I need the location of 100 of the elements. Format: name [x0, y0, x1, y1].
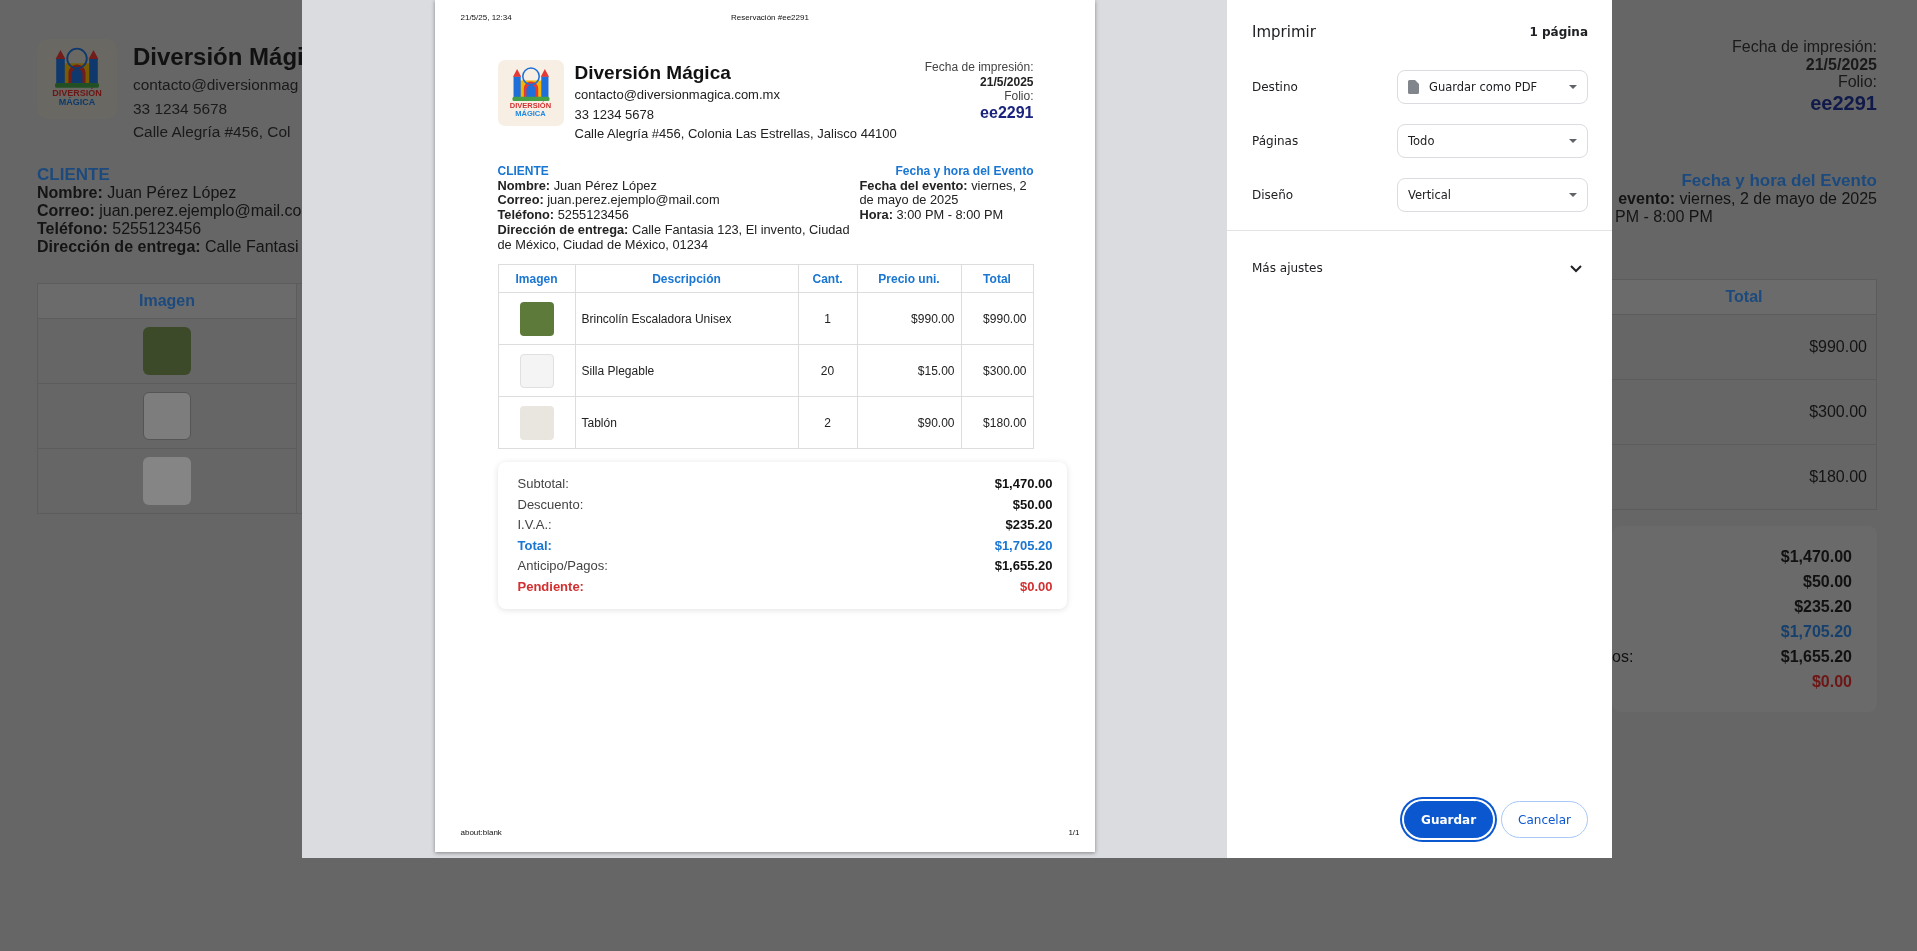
- table-cell: $180.00: [1809, 468, 1867, 487]
- castle-icon: [52, 45, 102, 89]
- chevron-icon: [1570, 263, 1582, 273]
- total-value: $0.00: [1811, 672, 1852, 693]
- folio-label: Folio:: [1003, 89, 1034, 104]
- client-detail: Nombre: Juan Pérez López: [37, 183, 238, 202]
- column-header: Imagen: [498, 265, 575, 293]
- folio-number: ee2291: [979, 103, 1034, 122]
- section-heading: Fecha y hora del Evento: [894, 163, 1034, 179]
- column-header: Cant.: [798, 265, 857, 293]
- table-cell: Tablón: [575, 397, 798, 449]
- table-cell: $990.00: [1809, 338, 1867, 357]
- table-cell: $300.00: [1809, 403, 1867, 422]
- photo-placeholder: [519, 406, 554, 440]
- total-label: Descuento:: [517, 496, 584, 514]
- page-count: 1 página: [1529, 25, 1588, 39]
- dropdown[interactable]: Todo: [1397, 124, 1588, 158]
- client-detail: Teléfono: 5255123456: [37, 220, 203, 239]
- table-cell: 20: [798, 345, 857, 397]
- client-detail: Dirección de entrega: Calle Fantasia 123, El invento, Ciudad de México, Ciudad de México, 01234: [497, 222, 851, 253]
- total-value: $1,655.20: [994, 557, 1053, 576]
- column-header: Precio uni.: [857, 265, 961, 293]
- table-cell: $180.00: [961, 397, 1033, 449]
- contact-line: Calle Alegría #456, Col: [133, 122, 292, 142]
- photo-placeholder: [519, 354, 554, 388]
- total-label: Anticipo/Pagos:: [517, 557, 608, 576]
- table-cell: $990.00: [961, 293, 1033, 345]
- field-label: Diseño: [1252, 188, 1295, 202]
- total-label: Pendiente:: [517, 578, 584, 596]
- table-cell: 2: [798, 397, 857, 449]
- table-cell: $300.00: [961, 345, 1033, 397]
- page-footer-text: about:blank: [460, 828, 503, 838]
- total-value: $1,470.00: [1780, 547, 1852, 568]
- contact-line: Calle Alegría #456, Colonia Las Estrellas, Jalisco 44100: [574, 125, 898, 143]
- print-date-label: Fecha de impresión:: [924, 60, 1034, 75]
- page-footer-text: 1/1: [1067, 828, 1080, 838]
- total-value: $50.00: [1012, 496, 1053, 514]
- section-heading: CLIENTE: [497, 163, 550, 179]
- cancel-button[interactable]: Cancelar: [1501, 801, 1588, 838]
- folio-label: Folio:: [1836, 73, 1877, 91]
- logo-text: DIVERSIÓN: [52, 89, 102, 98]
- caret-icon: [1569, 139, 1577, 143]
- total-value: $50.00: [1803, 572, 1852, 593]
- business-name: Diversión Mágica: [574, 61, 732, 85]
- event-detail: Fecha del evento: viernes, 2 de mayo de 2025: [859, 178, 1028, 209]
- table-cell: Brincolín Escaladora Unisex: [575, 293, 798, 345]
- total-value: $1,655.20: [1780, 647, 1852, 668]
- column-header: Total: [1612, 280, 1876, 316]
- business-name: Diversión Mági: [133, 42, 302, 72]
- total-label: Total:: [517, 537, 552, 555]
- print-date: 21/5/2025: [979, 74, 1034, 89]
- event-detail: PM - 8:00 PM: [1614, 207, 1714, 227]
- file-icon: [1408, 80, 1419, 94]
- client-detail: Correo: juan.perez.ejemplo@mail.com: [497, 193, 721, 209]
- print-date-label: Fecha de impresión:: [1731, 38, 1877, 56]
- more-settings-toggle[interactable]: Más ajustes: [1227, 258, 1612, 278]
- contact-line: 33 1234 5678: [133, 98, 229, 119]
- caret-icon: [1569, 85, 1577, 89]
- dropdown[interactable]: Guardar como PDF: [1397, 70, 1588, 104]
- total-value: $235.20: [1005, 516, 1053, 535]
- column-header: Descripción: [575, 265, 798, 293]
- table-cell: Silla Plegable: [575, 345, 798, 397]
- page-header-text: 21/5/25, 12:34: [460, 13, 513, 23]
- section-heading: CLIENTE: [37, 164, 111, 184]
- dialog-title: Imprimir: [1252, 23, 1316, 41]
- total-value: $235.20: [1794, 597, 1852, 618]
- table-cell: 1: [798, 293, 857, 345]
- total-value: $1,705.20: [994, 537, 1053, 555]
- event-detail: Hora: 3:00 PM - 8:00 PM: [859, 208, 1005, 223]
- total-value: $0.00: [1019, 578, 1053, 596]
- photo-placeholder: [143, 391, 191, 440]
- total-label: os:: [1612, 647, 1634, 668]
- table-cell: $15.00: [857, 345, 961, 397]
- total-value: $1,705.20: [1780, 622, 1852, 643]
- client-detail: Dirección de entrega: Calle Fantasi: [37, 238, 300, 257]
- photo-placeholder: [143, 326, 191, 375]
- client-detail: Correo: juan.perez.ejemplo@mail.co: [37, 201, 302, 221]
- section-heading: Fecha y hora del Evento: [1680, 170, 1877, 190]
- logo-text: MÁGICA: [58, 98, 96, 107]
- dropdown[interactable]: Vertical: [1397, 178, 1588, 212]
- column-header: Imagen: [38, 283, 297, 319]
- caret-icon: [1569, 193, 1577, 197]
- client-detail: Nombre: Juan Pérez López: [497, 178, 658, 194]
- client-detail: Teléfono: 5255123456: [497, 208, 630, 223]
- table-cell: $90.00: [857, 397, 961, 449]
- column-header: Total: [961, 265, 1033, 293]
- page-header-text: Reservación #ee2291: [730, 13, 810, 23]
- table-cell: $990.00: [857, 293, 961, 345]
- print-date: 21/5/2025: [1804, 55, 1877, 73]
- total-label: Subtotal:: [517, 475, 569, 494]
- field-label: Páginas: [1252, 134, 1300, 148]
- photo-placeholder: [519, 302, 554, 336]
- field-label: Destino: [1252, 80, 1299, 94]
- contact-line: contacto@diversionmagica.com.mx: [574, 86, 781, 104]
- photo-placeholder: [143, 456, 191, 505]
- total-value: $1,470.00: [994, 475, 1053, 494]
- contact-line: 33 1234 5678: [574, 105, 656, 124]
- contact-line: contacto@diversionmag: [133, 75, 300, 95]
- folio-number: ee2291: [1809, 90, 1877, 115]
- event-detail: evento: viernes, 2 de mayo de 2025: [1617, 189, 1877, 208]
